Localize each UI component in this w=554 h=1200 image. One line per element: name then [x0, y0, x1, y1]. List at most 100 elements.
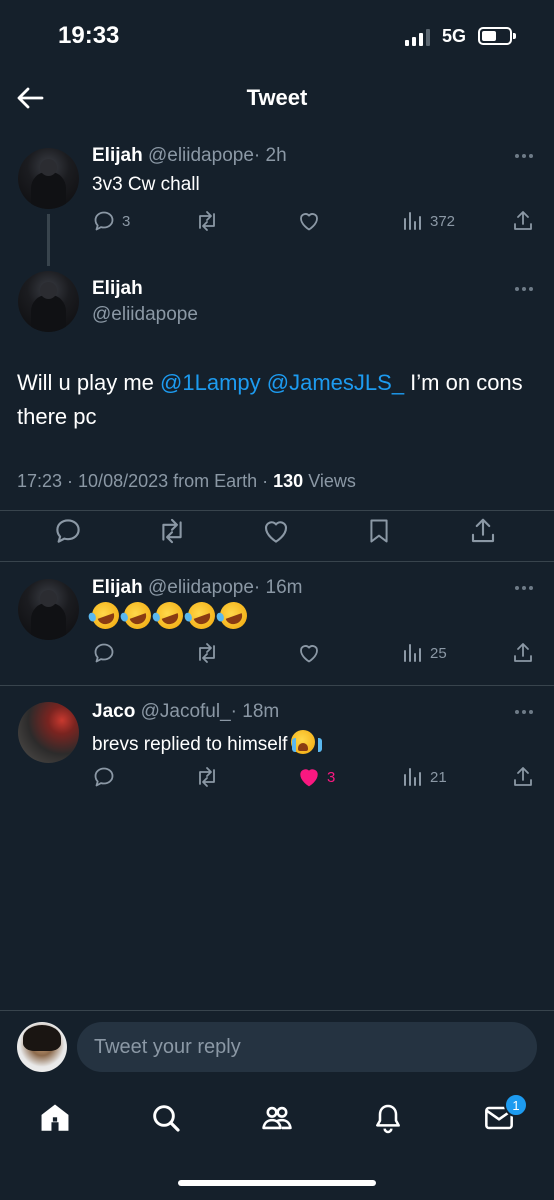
nav-home[interactable]	[35, 1098, 75, 1138]
divider	[0, 510, 554, 511]
status-bar: 19:33 5G	[0, 0, 554, 70]
rolling-laughing-emoji	[216, 598, 251, 633]
like-icon	[300, 645, 318, 663]
more-options-icon[interactable]	[512, 583, 536, 593]
tweet-timestamp: 17:23 · 10/08/2023 from Earth ·	[17, 471, 274, 491]
rolling-laughing-emoji	[88, 598, 123, 633]
avatar[interactable]	[18, 271, 79, 332]
author-handle: @eliidapope	[147, 145, 254, 166]
tweet-text: brevs replied to himself	[92, 730, 323, 756]
divider	[0, 561, 554, 562]
reply-input[interactable]	[77, 1022, 537, 1072]
more-options-icon[interactable]	[512, 707, 536, 717]
reply-count: 3	[122, 212, 131, 230]
avatar[interactable]	[18, 579, 79, 640]
main-tweet-text: Will u play me @1Lampy @JamesJLS_ I’m on…	[17, 366, 537, 434]
mention-link[interactable]: @1Lampy	[160, 370, 261, 395]
network-label: 5G	[442, 26, 467, 46]
rolling-laughing-emoji	[184, 598, 219, 633]
retweet-icon	[199, 767, 215, 787]
views-icon	[404, 212, 421, 230]
page-title: Tweet	[246, 85, 308, 110]
search-icon	[153, 1105, 180, 1132]
view-count: 25	[430, 644, 447, 662]
bookmark-button[interactable]	[361, 513, 397, 549]
nav-search[interactable]	[146, 1098, 186, 1138]
tweet-text-part: brevs replied to himself	[92, 734, 288, 755]
like-count: 3	[327, 768, 336, 786]
retweet-button[interactable]	[194, 209, 220, 233]
home-indicator	[178, 1180, 376, 1186]
tweet-time: · 2h	[253, 145, 287, 166]
nav-notifications[interactable]	[368, 1098, 408, 1138]
reply-button[interactable]	[92, 641, 116, 665]
retweet-icon	[199, 643, 215, 663]
reply-icon	[56, 519, 80, 543]
share-icon	[514, 211, 532, 230]
like-button[interactable]	[297, 641, 321, 665]
tweet-author[interactable]: Jaco @Jacoful_· 18m	[92, 701, 279, 723]
share-icon	[514, 643, 532, 662]
share-button[interactable]	[511, 641, 535, 665]
share-button[interactable]	[511, 765, 535, 789]
more-options-icon[interactable]	[512, 284, 536, 294]
emoji-row	[88, 598, 251, 633]
author-name: Elijah	[92, 145, 143, 166]
rolling-laughing-emoji	[120, 598, 155, 633]
tweet-time: · 16m	[253, 577, 303, 598]
nav-communities[interactable]	[257, 1098, 297, 1138]
views-label: Views	[303, 471, 356, 491]
retweet-button[interactable]	[194, 641, 220, 665]
like-button[interactable]: 3	[297, 765, 335, 789]
liked-heart-icon	[300, 769, 318, 787]
author-handle: @Jacoful_	[140, 701, 231, 722]
tweet-author[interactable]: Elijah @eliidapope· 16m	[92, 577, 302, 599]
views-button[interactable]: 25	[402, 641, 447, 665]
share-button[interactable]	[465, 513, 501, 549]
author-name[interactable]: Elijah	[92, 278, 143, 300]
reply-button[interactable]: 3	[92, 209, 130, 233]
like-button[interactable]	[258, 513, 294, 549]
avatar[interactable]	[18, 148, 79, 209]
tweet-meta: 17:23 · 10/08/2023 from Earth · 130 View…	[17, 471, 356, 492]
thread-line	[47, 214, 50, 266]
share-button[interactable]	[511, 209, 535, 233]
retweet-icon	[199, 211, 215, 231]
share-icon	[514, 767, 532, 786]
reply-button[interactable]	[92, 765, 116, 789]
rolling-laughing-emoji	[152, 598, 187, 633]
reply-button[interactable]	[50, 513, 86, 549]
tweet-author[interactable]: Elijah @eliidapope· 2h	[92, 145, 287, 167]
retweet-button[interactable]	[154, 513, 190, 549]
views-button[interactable]: 21	[402, 765, 447, 789]
views-icon	[404, 644, 421, 662]
communities-icon	[262, 1106, 292, 1130]
tweet-text: 3v3 Cw chall	[92, 174, 200, 195]
tweet-time: · 18m	[230, 701, 280, 722]
battery-icon	[478, 27, 516, 45]
avatar[interactable]	[18, 702, 79, 763]
loudly-crying-emoji	[291, 730, 323, 754]
mention-link[interactable]: @JamesJLS_	[267, 370, 404, 395]
signal-icon	[405, 28, 430, 46]
author-handle[interactable]: @eliidapope	[92, 304, 198, 326]
like-button[interactable]	[297, 209, 321, 233]
views-button[interactable]: 372	[402, 209, 455, 233]
view-count: 21	[430, 768, 447, 786]
views-icon	[404, 768, 421, 786]
author-name: Elijah	[92, 577, 143, 598]
home-icon	[41, 1104, 69, 1131]
retweet-button[interactable]	[194, 765, 220, 789]
notifications-icon	[376, 1104, 400, 1134]
like-icon	[300, 213, 318, 231]
view-count: 372	[430, 212, 456, 230]
divider	[0, 685, 554, 686]
user-avatar[interactable]	[17, 1022, 67, 1072]
more-options-icon[interactable]	[512, 151, 536, 161]
views-count[interactable]: 130	[273, 471, 303, 491]
reply-icon	[94, 211, 114, 231]
author-name: Jaco	[92, 701, 136, 722]
bookmark-icon	[370, 519, 388, 543]
tweet-text-part: Will u play me	[17, 370, 161, 395]
reply-icon	[94, 643, 114, 663]
